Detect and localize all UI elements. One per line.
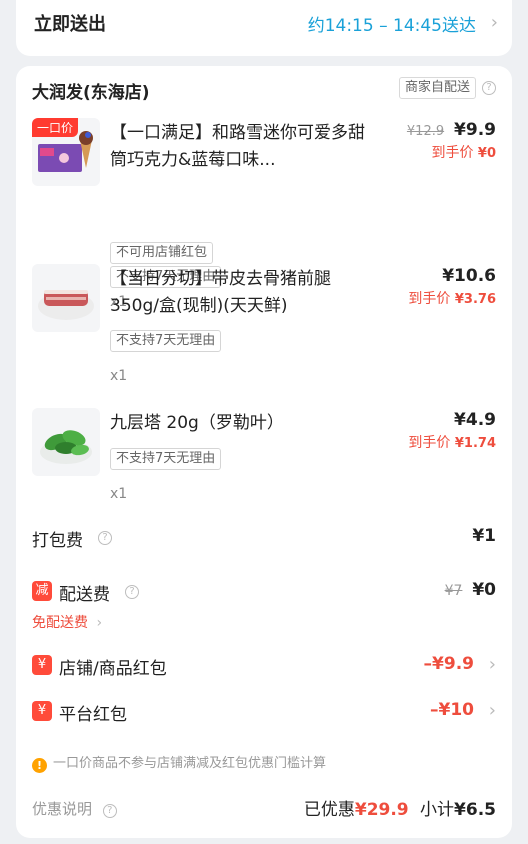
pricing-notice: ! 一口价商品不参与店铺满减及红包优惠门槛计算 bbox=[32, 752, 326, 773]
help-icon[interactable]: ? bbox=[102, 804, 117, 818]
product-name: 九层塔 20g（罗勒叶） bbox=[110, 413, 284, 433]
packaging-fee-label: 打包费 bbox=[32, 531, 83, 551]
order-summary: 已优惠¥29.9 小计¥6.5 bbox=[304, 795, 496, 820]
subtotal-amount: ¥6.5 bbox=[454, 800, 496, 820]
no-7day-return-chip: 不支持7天无理由 bbox=[110, 330, 222, 352]
chevron-right-icon: › bbox=[488, 700, 496, 721]
product-price-block: ¥4.9 到手价 ¥1.74 bbox=[408, 410, 496, 452]
product-name: 【一口满足】和路雪迷你可爱多甜筒巧克力&蓝莓口味... bbox=[110, 123, 365, 170]
notice-text: 一口价商品不参与店铺满减及红包优惠门槛计算 bbox=[53, 756, 327, 771]
discount-info-label: 优惠说明 bbox=[32, 800, 93, 818]
product-price-block: ¥10.6 到手价 ¥3.76 bbox=[408, 266, 496, 308]
store-coupon-value: –¥9.9 bbox=[423, 654, 474, 674]
delivery-time[interactable]: 约14:15 – 14:45送达 bbox=[308, 11, 476, 36]
chevron-right-icon: › bbox=[490, 12, 498, 33]
product-item[interactable]: 九层塔 20g（罗勒叶） ¥4.9 到手价 ¥1.74 不支持7天无理由 x1 bbox=[32, 408, 496, 518]
final-price-label: 到手价 bbox=[431, 145, 474, 161]
product-quantity: x1 bbox=[110, 486, 128, 502]
delivery-fee-value: ¥0 bbox=[472, 580, 496, 600]
product-quantity: x1 bbox=[110, 368, 128, 384]
delivery-fee-original: ¥7 bbox=[444, 583, 463, 599]
delivery-time-card[interactable]: 立即送出 约14:15 – 14:45送达 › bbox=[16, 0, 512, 56]
help-icon[interactable]: ? bbox=[98, 531, 112, 545]
no-7day-return-chip: 不支持7天无理由 bbox=[110, 448, 222, 470]
free-delivery-link[interactable]: 免配送费 › bbox=[32, 612, 102, 632]
product-price: ¥10.6 bbox=[442, 266, 496, 286]
fixed-price-badge: 一口价 bbox=[32, 118, 79, 137]
product-price-block: ¥12.9 ¥9.9 到手价 ¥0 bbox=[407, 120, 496, 162]
product-item[interactable]: 一口价 【一口满足】和路雪迷你可爱多甜筒巧克力&蓝莓口味... ¥12.9 ¥9… bbox=[32, 118, 496, 310]
delivery-now-label: 立即送出 bbox=[34, 14, 106, 35]
product-price: ¥4.9 bbox=[454, 410, 496, 430]
chevron-right-icon: › bbox=[96, 615, 103, 631]
product-name: 【当日分切】带皮去骨猪前腿350g/盒(现制)(天天鲜) bbox=[110, 269, 331, 316]
final-price: ¥3.76 bbox=[454, 292, 496, 307]
product-item[interactable]: 【当日分切】带皮去骨猪前腿350g/盒(现制)(天天鲜) ¥10.6 到手价 ¥… bbox=[32, 264, 496, 384]
no-store-coupon-chip: 不可用店铺红包 bbox=[110, 242, 214, 264]
yuan-coupon-icon: ¥ bbox=[32, 655, 52, 675]
product-image-pork bbox=[32, 264, 100, 332]
store-delivery-tag: 商家自配送 bbox=[398, 77, 476, 99]
product-image-icecream: 一口价 bbox=[32, 118, 100, 186]
original-price: ¥12.9 bbox=[406, 124, 445, 139]
final-price-label: 到手价 bbox=[408, 435, 451, 451]
delivery-fee-label: 配送费 bbox=[59, 585, 110, 605]
discount-info[interactable]: 优惠说明 ? bbox=[32, 798, 117, 819]
platform-coupon-row[interactable]: ¥ 平台红包 –¥10 › bbox=[32, 700, 496, 726]
final-price: ¥1.74 bbox=[454, 436, 496, 451]
yuan-coupon-icon: ¥ bbox=[32, 701, 52, 721]
final-price-label: 到手价 bbox=[408, 291, 451, 307]
store-coupon-label: 店铺/商品红包 bbox=[59, 659, 167, 679]
basil-leaves-icon bbox=[40, 430, 92, 464]
product-price: ¥9.9 bbox=[454, 120, 496, 140]
final-price: ¥0 bbox=[477, 146, 496, 161]
packaging-fee-row: 打包费 ? ¥1 bbox=[32, 526, 496, 552]
platform-coupon-label: 平台红包 bbox=[59, 705, 127, 725]
platform-coupon-value: –¥10 bbox=[430, 700, 474, 720]
order-card: 大润发(东海店) 商家自配送 ? 一口价 【一口满足】和路雪迷你可爱多甜筒巧克力… bbox=[16, 66, 512, 838]
help-icon[interactable]: ? bbox=[125, 585, 139, 599]
store-coupon-row[interactable]: ¥ 店铺/商品红包 –¥9.9 › bbox=[32, 654, 496, 680]
saved-amount: ¥29.9 bbox=[354, 800, 409, 820]
subtotal-label: 小计 bbox=[420, 800, 455, 820]
chevron-right-icon: › bbox=[488, 654, 496, 675]
discount-icon: 减 bbox=[32, 581, 52, 601]
product-image-basil bbox=[32, 408, 100, 476]
packaging-fee-value: ¥1 bbox=[472, 526, 496, 546]
warning-icon: ! bbox=[32, 758, 47, 773]
pork-tray-icon bbox=[38, 290, 94, 320]
help-icon[interactable]: ? bbox=[482, 81, 496, 95]
saved-label: 已优惠 bbox=[303, 800, 355, 820]
delivery-fee-row: 减 配送费 ? ¥7 ¥0 bbox=[32, 580, 496, 606]
free-delivery-label: 免配送费 bbox=[32, 615, 88, 631]
store-name: 大润发(东海店) bbox=[32, 83, 150, 103]
